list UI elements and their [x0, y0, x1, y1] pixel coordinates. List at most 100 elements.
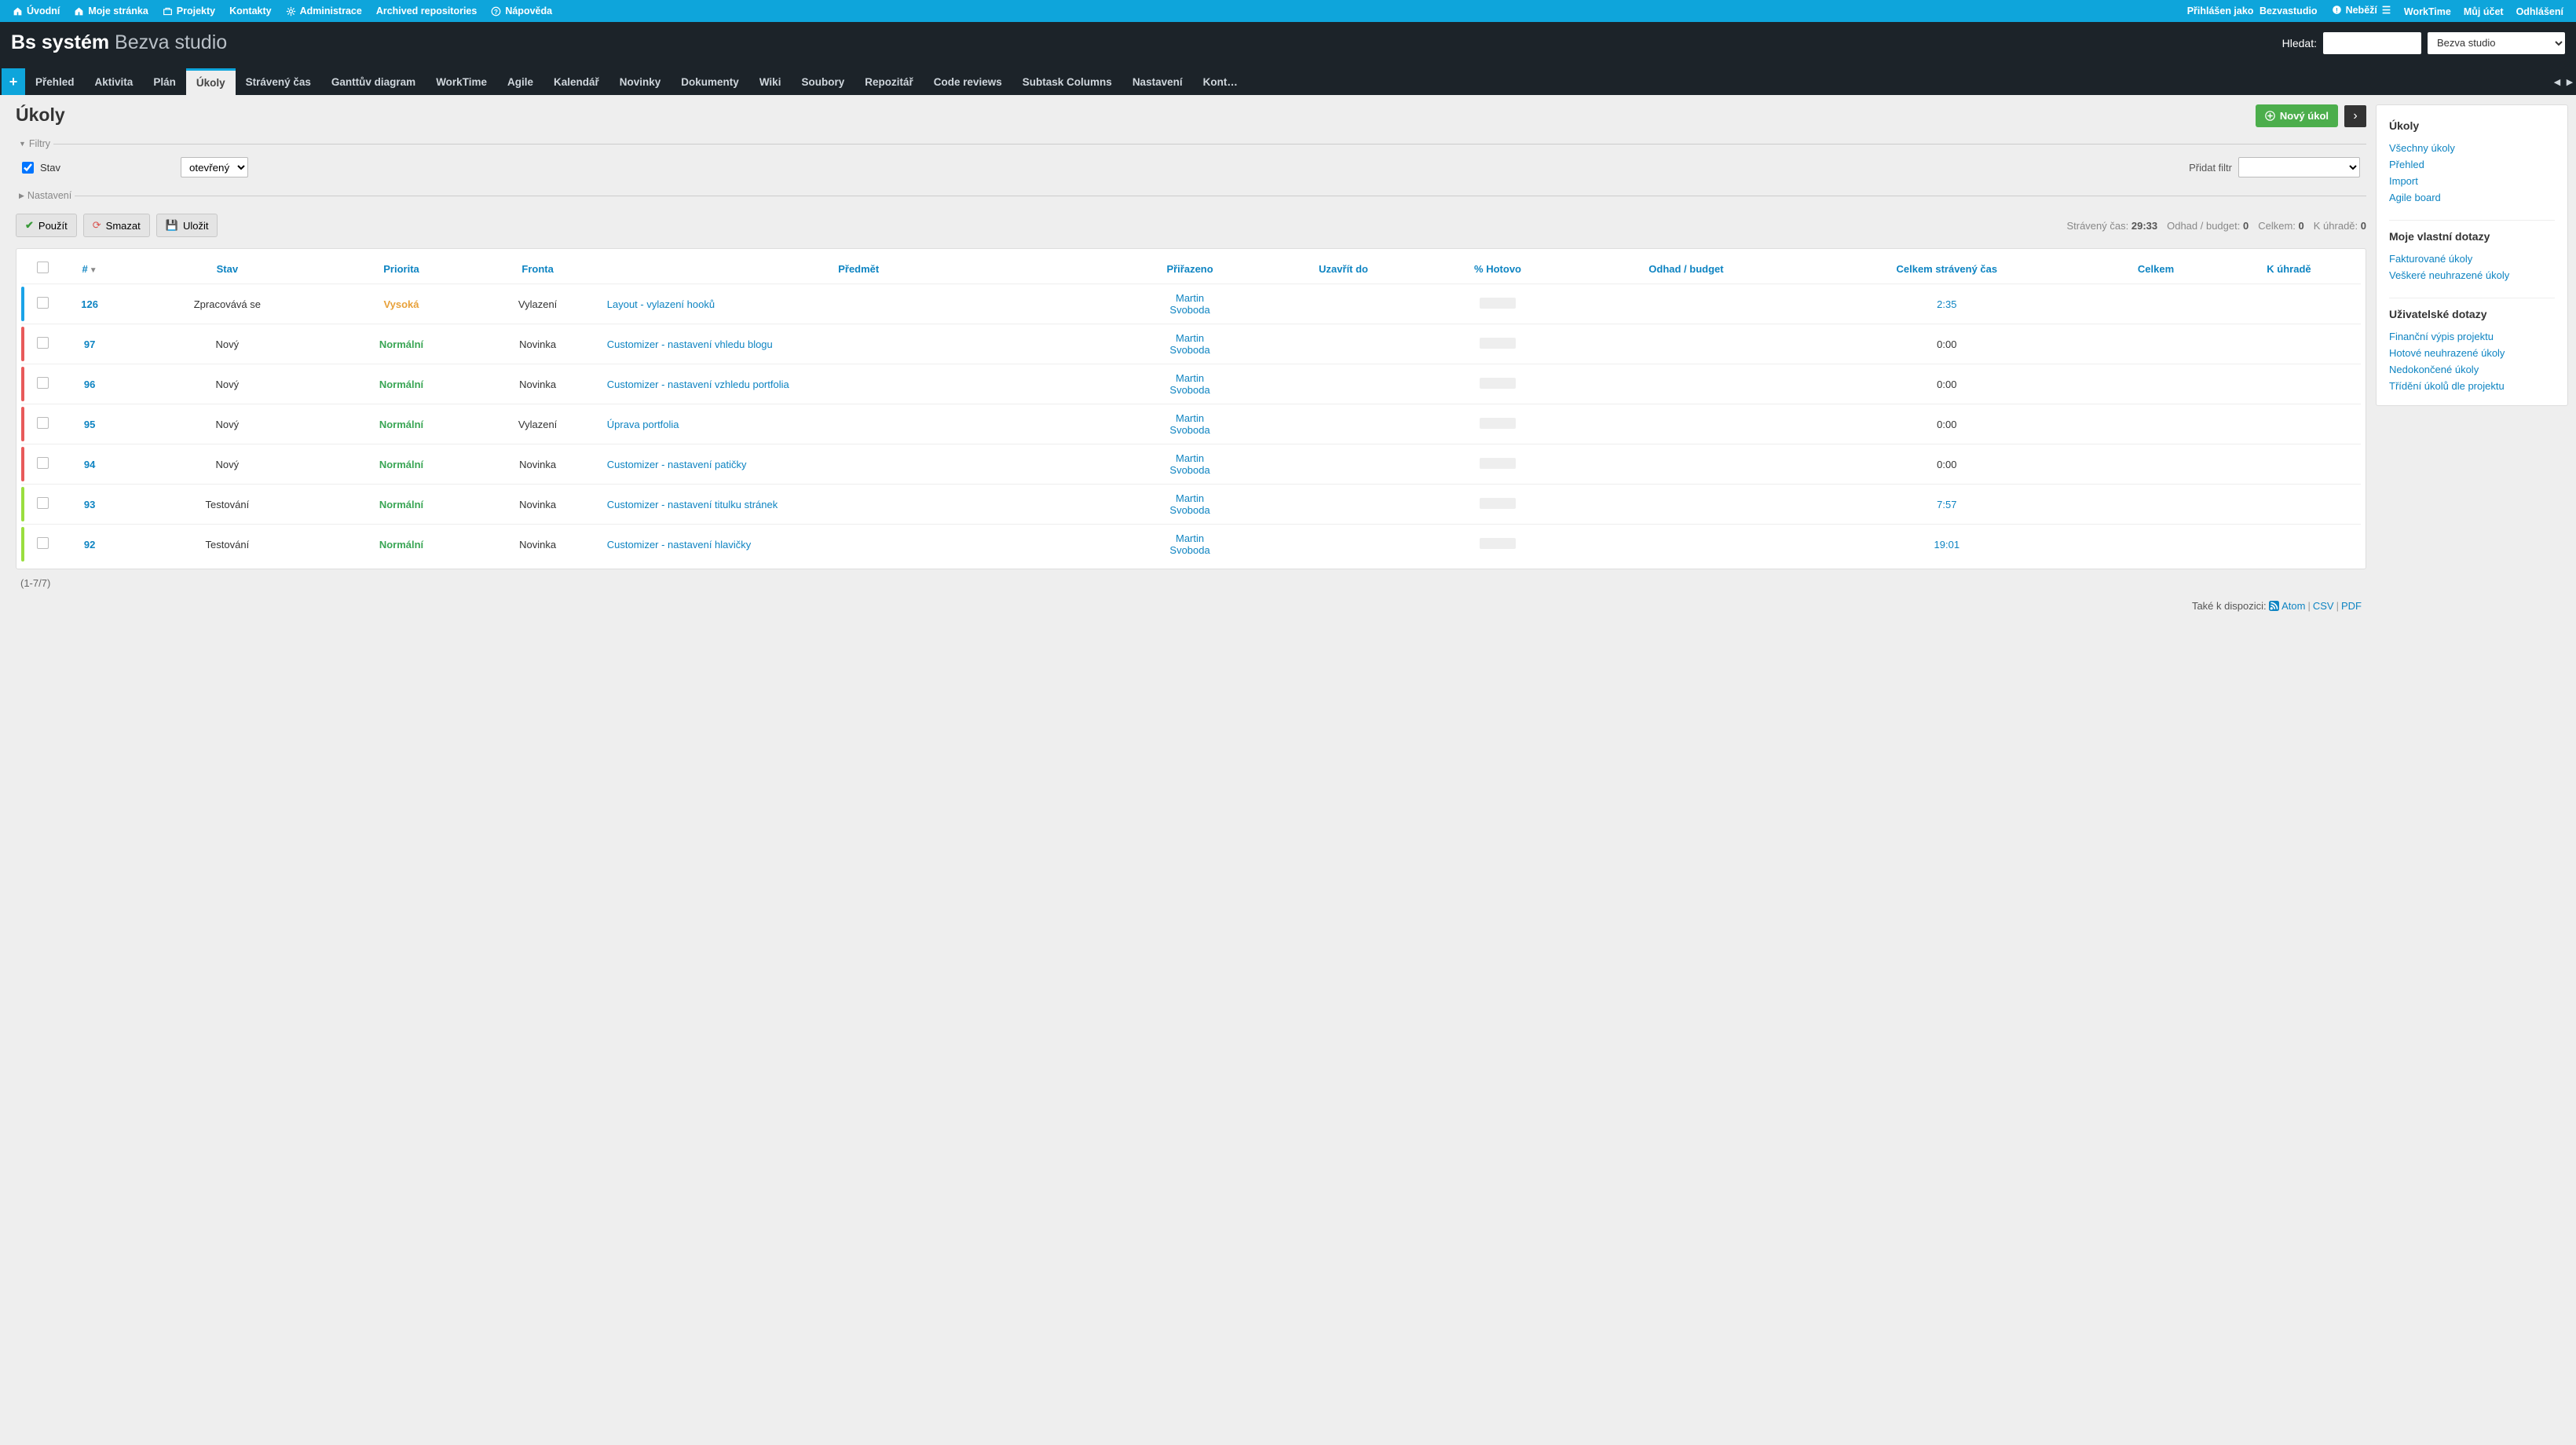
- topnav-archived-repositories[interactable]: Archived repositories: [370, 0, 484, 22]
- topnav-kontakty[interactable]: Kontakty: [223, 0, 277, 22]
- assignee-link[interactable]: MartinSvoboda: [1169, 412, 1209, 436]
- topnav-odhlášení[interactable]: Odhlášení: [2510, 1, 2570, 23]
- row-checkbox[interactable]: [37, 377, 49, 389]
- assignee-link[interactable]: MartinSvoboda: [1169, 292, 1209, 316]
- save-button[interactable]: 💾Uložit: [156, 214, 218, 237]
- tab-soubory[interactable]: Soubory: [791, 68, 854, 95]
- export-pdf[interactable]: PDF: [2341, 600, 2362, 612]
- filter-status-checkbox[interactable]: [22, 162, 34, 174]
- col-celkem-str-ven-as[interactable]: Celkem strávený čas: [1799, 254, 2095, 284]
- export-atom[interactable]: Atom: [2269, 600, 2305, 612]
- sidebar-link[interactable]: Přehled: [2389, 156, 2555, 173]
- row-checkbox[interactable]: [37, 337, 49, 349]
- issue-subject-link[interactable]: Customizer - nastavení patičky: [607, 459, 747, 470]
- col-p-edm-t[interactable]: Předmět: [602, 254, 1115, 284]
- tab-agile[interactable]: Agile: [497, 68, 543, 95]
- sidebar-link[interactable]: Třídění úkolů dle projektu: [2389, 378, 2555, 394]
- col-celkem[interactable]: Celkem: [2095, 254, 2217, 284]
- row-checkbox[interactable]: [37, 417, 49, 429]
- issue-id-link[interactable]: 96: [84, 379, 95, 390]
- assignee-link[interactable]: MartinSvoboda: [1169, 332, 1209, 356]
- table-row[interactable]: 94 Nový Normální Novinka Customizer - na…: [21, 444, 2361, 485]
- sidebar-link[interactable]: Import: [2389, 173, 2555, 189]
- topnav-worktime[interactable]: WorkTime: [2398, 1, 2457, 23]
- tab-p-ehled[interactable]: Přehled: [25, 68, 85, 95]
- issue-subject-link[interactable]: Customizer - nastavení vzhledu portfolia: [607, 379, 789, 390]
- tab-aktivita[interactable]: Aktivita: [85, 68, 144, 95]
- tab-str-ven-as[interactable]: Strávený čas: [236, 68, 321, 95]
- sidebar-link[interactable]: Finanční výpis projektu: [2389, 328, 2555, 345]
- sidebar-collapse-button[interactable]: ›: [2344, 105, 2366, 127]
- tab-scroll-right[interactable]: ▶: [2563, 68, 2576, 95]
- tab-scroll-left[interactable]: ◀: [2551, 68, 2563, 95]
- topnav-úvodní[interactable]: Úvodní: [6, 0, 66, 22]
- issue-id-link[interactable]: 93: [84, 499, 95, 510]
- issue-id-link[interactable]: 92: [84, 539, 95, 551]
- col-k-hrad-[interactable]: K úhradě: [2217, 254, 2361, 284]
- sidebar-link[interactable]: Nedokončené úkoly: [2389, 361, 2555, 378]
- tab-subtask-columns[interactable]: Subtask Columns: [1012, 68, 1122, 95]
- tab-code-reviews[interactable]: Code reviews: [924, 68, 1012, 95]
- issue-subject-link[interactable]: Layout - vylazení hooků: [607, 298, 715, 310]
- tab-gantt-v-diagram[interactable]: Ganttův diagram: [321, 68, 426, 95]
- col-p-i-azeno[interactable]: Přiřazeno: [1115, 254, 1265, 284]
- topnav-neběží[interactable]: !Neběží: [2325, 0, 2398, 21]
- sidebar-link[interactable]: Veškeré neuhrazené úkoly: [2389, 267, 2555, 284]
- table-row[interactable]: 97 Nový Normální Novinka Customizer - na…: [21, 324, 2361, 364]
- row-checkbox[interactable]: [37, 297, 49, 309]
- table-row[interactable]: 93 Testování Normální Novinka Customizer…: [21, 485, 2361, 525]
- issue-id-link[interactable]: 95: [84, 419, 95, 430]
- issue-id-link[interactable]: 97: [84, 338, 95, 350]
- table-row[interactable]: 92 Testování Normální Novinka Customizer…: [21, 525, 2361, 565]
- col-uzav-t-do[interactable]: Uzavřít do: [1264, 254, 1422, 284]
- sidebar-link[interactable]: Fakturované úkoly: [2389, 251, 2555, 267]
- tab--koly[interactable]: Úkoly: [186, 68, 236, 95]
- apply-button[interactable]: ✔Použít: [16, 214, 77, 237]
- issue-subject-link[interactable]: Customizer - nastavení titulku stránek: [607, 499, 778, 510]
- add-filter-select[interactable]: [2238, 157, 2360, 177]
- filters-legend[interactable]: ▼Filtry: [16, 138, 53, 149]
- tab-dokumenty[interactable]: Dokumenty: [671, 68, 749, 95]
- col-stav[interactable]: Stav: [125, 254, 329, 284]
- tab-kont-[interactable]: Kont…: [1193, 68, 1248, 95]
- col--hotovo[interactable]: % Hotovo: [1422, 254, 1574, 284]
- tab-worktime[interactable]: WorkTime: [426, 68, 497, 95]
- search-input[interactable]: [2323, 32, 2421, 54]
- tab-wiki[interactable]: Wiki: [749, 68, 792, 95]
- issue-id-link[interactable]: 94: [84, 459, 95, 470]
- tab-kalend-[interactable]: Kalendář: [543, 68, 609, 95]
- project-selector[interactable]: Bezva studio: [2428, 32, 2565, 54]
- topnav-nápověda[interactable]: ?Nápověda: [485, 0, 558, 22]
- sidebar-link[interactable]: Agile board: [2389, 189, 2555, 206]
- issue-id-link[interactable]: 126: [81, 298, 98, 310]
- assignee-link[interactable]: MartinSvoboda: [1169, 372, 1209, 396]
- current-user-link[interactable]: Bezvastudio: [2256, 0, 2318, 22]
- filter-status-select[interactable]: otevřený: [181, 157, 248, 177]
- options-legend[interactable]: ▶Nastavení: [16, 190, 75, 201]
- row-checkbox[interactable]: [37, 457, 49, 469]
- assignee-link[interactable]: MartinSvoboda: [1169, 492, 1209, 516]
- row-checkbox[interactable]: [37, 497, 49, 509]
- select-all-checkbox[interactable]: [37, 262, 49, 273]
- col-fronta[interactable]: Fronta: [473, 254, 602, 284]
- export-csv[interactable]: CSV: [2313, 600, 2334, 612]
- tab-novinky[interactable]: Novinky: [609, 68, 671, 95]
- table-row[interactable]: 95 Nový Normální Vylazení Úprava portfol…: [21, 404, 2361, 444]
- issue-subject-link[interactable]: Customizer - nastavení vhledu blogu: [607, 338, 773, 350]
- assignee-link[interactable]: MartinSvoboda: [1169, 532, 1209, 556]
- col-priorita[interactable]: Priorita: [330, 254, 474, 284]
- tab-repozit-[interactable]: Repozitář: [854, 68, 924, 95]
- row-checkbox[interactable]: [37, 537, 49, 549]
- col--[interactable]: #▼: [54, 254, 125, 284]
- table-row[interactable]: 96 Nový Normální Novinka Customizer - na…: [21, 364, 2361, 404]
- clear-button[interactable]: ⟳Smazat: [83, 214, 150, 237]
- tab-pl-n[interactable]: Plán: [143, 68, 186, 95]
- topnav-můj-účet[interactable]: Můj účet: [2457, 1, 2510, 23]
- sidebar-link[interactable]: Hotové neuhrazené úkoly: [2389, 345, 2555, 361]
- issue-subject-link[interactable]: Úprava portfolia: [607, 419, 679, 430]
- issue-subject-link[interactable]: Customizer - nastavení hlavičky: [607, 539, 752, 551]
- topnav-administrace[interactable]: Administrace: [280, 0, 368, 22]
- topnav-moje-stránka[interactable]: Moje stránka: [68, 0, 154, 22]
- col-odhad-budget[interactable]: Odhad / budget: [1573, 254, 1798, 284]
- table-row[interactable]: 126 Zpracovává se Vysoká Vylazení Layout…: [21, 284, 2361, 324]
